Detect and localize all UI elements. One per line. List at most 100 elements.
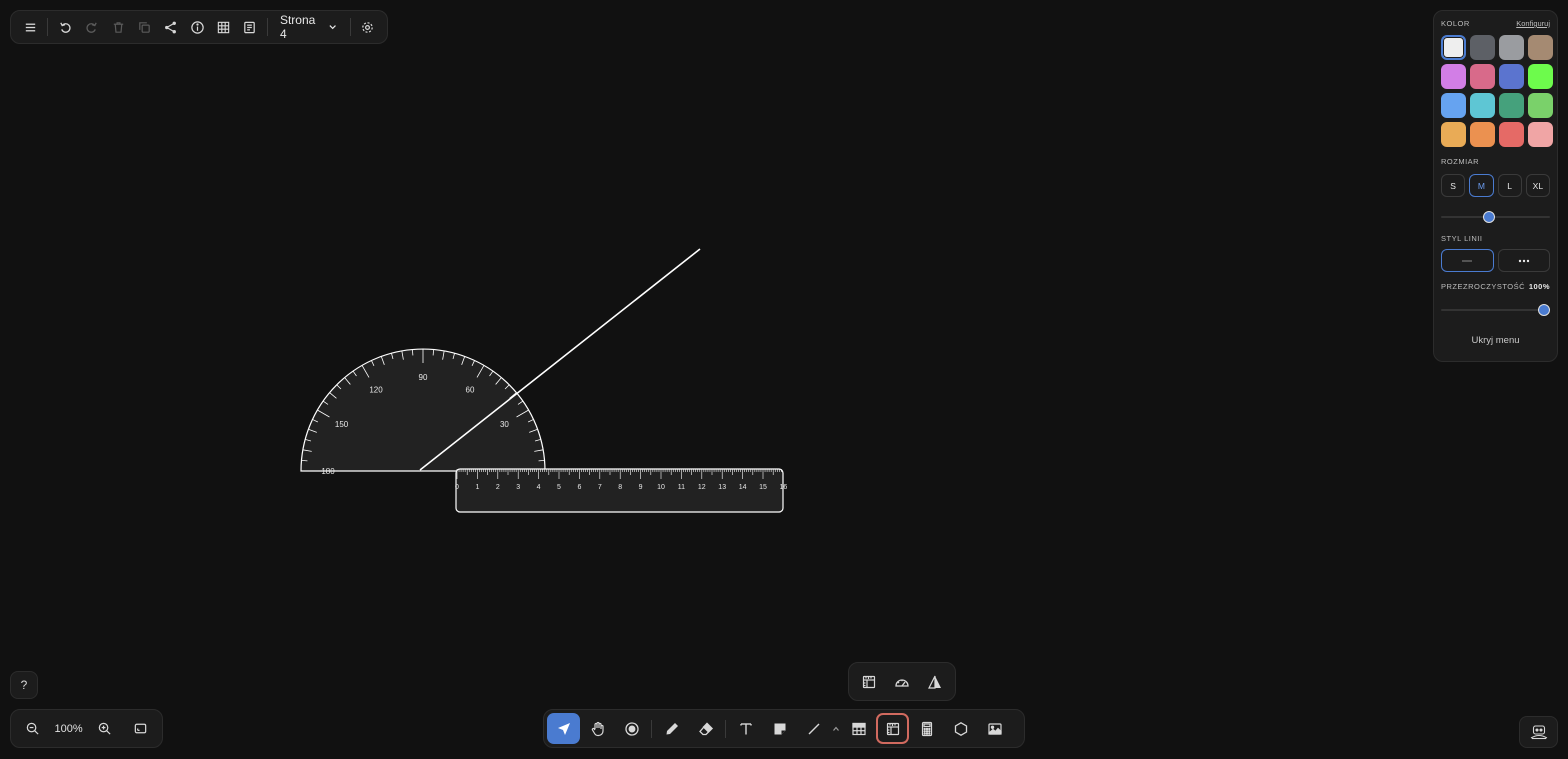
shape-tool-button[interactable] xyxy=(944,713,977,744)
drawing-canvas[interactable]: 306090120150180 0 1 2 3 4 5 6 7 8 9 10 11 12 13 14 15 16 xyxy=(0,0,1568,759)
color-swatch[interactable] xyxy=(1499,35,1524,60)
table-icon xyxy=(851,722,866,735)
bottom-toolbar xyxy=(543,709,1025,748)
info-icon[interactable] xyxy=(184,13,210,41)
grid-icon[interactable] xyxy=(210,13,236,41)
geometry-tools-button[interactable] xyxy=(876,713,909,744)
protractor-tool[interactable]: 30 60 90 120 150 180 xyxy=(300,348,546,476)
color-swatch[interactable] xyxy=(1528,64,1553,89)
color-swatch[interactable] xyxy=(1470,122,1495,147)
protractor-label: 30 xyxy=(500,420,509,429)
fit-screen-icon[interactable] xyxy=(126,715,154,743)
pen-tool-button[interactable] xyxy=(655,713,688,744)
cursor-arrow-icon xyxy=(557,722,570,735)
eraser-tool-button[interactable] xyxy=(689,713,722,744)
laser-pointer-button[interactable] xyxy=(615,713,648,744)
dotted-line-icon xyxy=(1518,259,1529,262)
color-swatch[interactable] xyxy=(1470,64,1495,89)
color-swatch[interactable] xyxy=(1528,93,1553,118)
ruler-label: 14 xyxy=(739,484,747,491)
image-tool-button[interactable] xyxy=(978,713,1011,744)
help-button[interactable]: ? xyxy=(10,671,38,699)
sticky-note-icon xyxy=(774,723,785,734)
select-tool-button[interactable] xyxy=(547,713,580,744)
share-icon[interactable] xyxy=(158,13,184,41)
color-swatch[interactable] xyxy=(1441,93,1466,118)
line-icon xyxy=(808,723,819,734)
color-swatch[interactable] xyxy=(1499,64,1524,89)
ruler-tool[interactable]: 0 1 2 3 4 5 6 7 8 9 10 11 12 13 14 15 16 xyxy=(455,468,787,513)
protractor-label: 120 xyxy=(369,386,383,395)
size-option-m[interactable]: M xyxy=(1469,174,1494,197)
ruler-label: 10 xyxy=(657,484,665,491)
page-selector[interactable]: Strona 4 xyxy=(272,13,346,41)
hexagon-icon xyxy=(954,721,967,736)
pencil-icon xyxy=(666,722,678,734)
size-options: S M L XL xyxy=(1441,174,1550,197)
color-swatch[interactable] xyxy=(1528,35,1553,60)
menu-icon[interactable] xyxy=(17,13,43,41)
hand-tool-button[interactable] xyxy=(581,713,614,744)
geometry-tools-submenu xyxy=(848,662,956,701)
size-slider-thumb[interactable] xyxy=(1482,211,1495,223)
sticky-note-button[interactable] xyxy=(763,713,796,744)
line-options-caret[interactable] xyxy=(831,725,841,733)
color-swatches xyxy=(1441,35,1553,147)
table-tool-button[interactable] xyxy=(842,713,875,744)
zoom-in-icon[interactable] xyxy=(90,715,118,743)
size-option-l[interactable]: L xyxy=(1497,174,1522,197)
toolbar-divider xyxy=(725,719,726,738)
notes-icon[interactable] xyxy=(237,13,263,41)
toolbar-divider xyxy=(47,18,49,36)
zoom-out-icon[interactable] xyxy=(19,715,47,743)
color-swatch[interactable] xyxy=(1441,122,1466,147)
calculator-button[interactable] xyxy=(910,713,943,744)
protractor-label: 60 xyxy=(466,386,475,395)
protractor-icon[interactable] xyxy=(885,666,918,697)
gear-icon[interactable] xyxy=(355,13,381,41)
undo-icon[interactable] xyxy=(52,13,78,41)
delete-icon[interactable] xyxy=(105,13,131,41)
ruler-label: 9 xyxy=(639,484,643,491)
ruler-label: 7 xyxy=(598,484,602,491)
toolbar-divider xyxy=(267,18,268,36)
redo-icon[interactable] xyxy=(79,13,105,41)
color-swatch[interactable] xyxy=(1441,35,1466,60)
line-tool-button[interactable] xyxy=(797,713,830,744)
configure-link[interactable]: Konfiguruj xyxy=(1516,19,1550,28)
triangle-ruler-icon[interactable] xyxy=(919,666,952,697)
zoom-level[interactable]: 100% xyxy=(55,723,83,735)
dotted-line-button[interactable] xyxy=(1497,249,1550,272)
opacity-slider-thumb[interactable] xyxy=(1538,304,1550,316)
color-swatch[interactable] xyxy=(1441,64,1466,89)
opacity-slider[interactable] xyxy=(1441,303,1550,317)
solid-line-icon xyxy=(1462,260,1473,261)
ruler-icon xyxy=(886,722,899,735)
color-section-title: KOLOR xyxy=(1441,19,1470,28)
ruler-label: 4 xyxy=(537,484,541,491)
color-swatch[interactable] xyxy=(1499,93,1524,118)
size-slider[interactable] xyxy=(1441,210,1550,224)
ruler-label: 8 xyxy=(618,484,622,491)
assistant-button[interactable] xyxy=(1519,716,1558,748)
solid-line-button[interactable] xyxy=(1441,249,1494,272)
ruler-icon[interactable] xyxy=(852,666,885,697)
ruler-label: 11 xyxy=(678,484,685,491)
zoom-bar: 100% xyxy=(10,709,163,748)
protractor-tick xyxy=(432,349,435,356)
color-swatch[interactable] xyxy=(1499,122,1524,147)
color-swatch[interactable] xyxy=(1528,122,1553,147)
color-swatch[interactable] xyxy=(1470,93,1495,118)
opacity-section-title: PRZEZROCZYSTOŚĆ xyxy=(1441,282,1526,291)
hide-menu-button[interactable]: Ukryj menu xyxy=(1441,335,1550,346)
style-panel: KOLOR Konfiguruj ROZMIAR S M L XL STYL LINI… xyxy=(1433,10,1558,362)
size-option-xl[interactable]: XL xyxy=(1525,174,1550,197)
duplicate-icon[interactable] xyxy=(131,13,157,41)
text-tool-button[interactable] xyxy=(729,713,762,744)
protractor-label: 90 xyxy=(419,373,428,382)
size-option-s[interactable]: S xyxy=(1441,174,1466,197)
line-style-section-title: STYL LINII xyxy=(1441,234,1483,243)
color-swatch[interactable] xyxy=(1470,35,1495,60)
toolbar-divider xyxy=(651,719,652,738)
ruler-label: 13 xyxy=(718,484,726,491)
